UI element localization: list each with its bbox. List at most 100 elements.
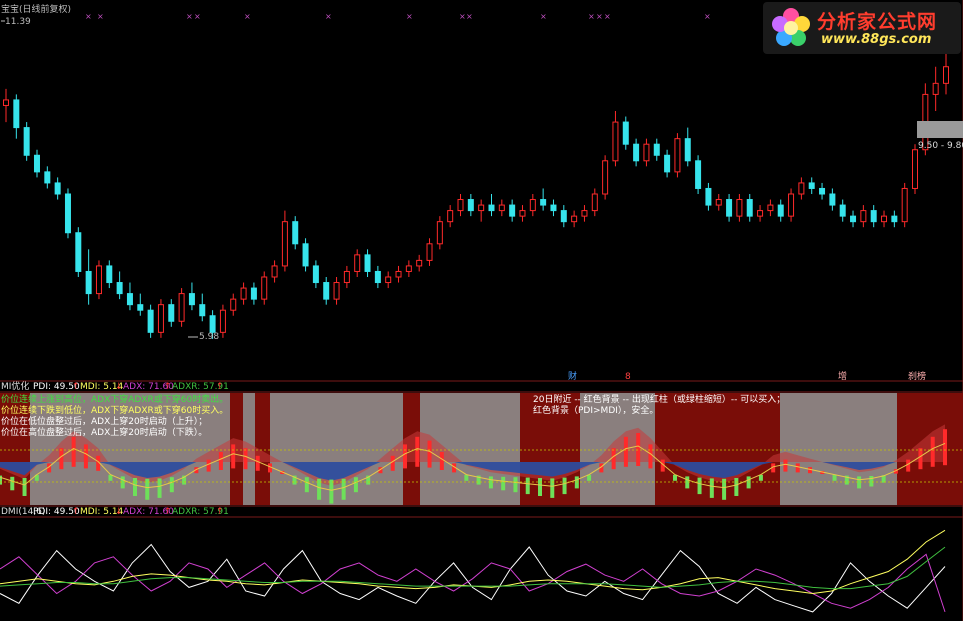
chart-title: 宝宝(日线前复权) — [1, 3, 71, 15]
dmi-line-mdi — [0, 553, 946, 613]
candle-body — [240, 287, 247, 300]
ind1-bar — [734, 478, 739, 496]
ind1-bar — [231, 444, 236, 469]
ind1-bar — [501, 476, 506, 491]
candle-body — [385, 276, 392, 284]
ind1-bar — [832, 474, 837, 481]
event-marker: × — [194, 12, 201, 21]
candle-body — [126, 293, 133, 306]
candle-body — [767, 204, 774, 212]
price-tag: 9.50 - 9.80 — [918, 141, 963, 151]
candle-body — [808, 182, 815, 189]
ind1-bar — [304, 477, 309, 493]
candle-body — [312, 265, 319, 284]
ind1-legend-right-1: 20日附近 -- 红色背景 -- 出现红柱（或绿柱缩短）-- 可以买入； — [533, 393, 785, 405]
event-marker: × — [97, 12, 104, 21]
low-price-label: 5.98 — [199, 332, 219, 342]
candle-body — [157, 304, 164, 333]
ind1-bg-block — [655, 393, 780, 505]
candlestick-series — [3, 39, 949, 339]
candle-body — [612, 121, 619, 162]
candle-body — [168, 304, 175, 322]
candle-body — [736, 199, 743, 217]
event-marker: × — [244, 12, 251, 21]
candle-body — [529, 199, 536, 212]
event-marker: × — [459, 12, 466, 21]
candle-body — [405, 265, 412, 272]
candle-body — [581, 210, 588, 217]
candle-body — [829, 193, 836, 206]
candle-body — [147, 309, 154, 333]
candle-body — [44, 171, 51, 184]
candle-body — [777, 204, 784, 217]
up-arrow-icon: ↑ — [216, 507, 224, 517]
ind1-legend-right-2: 红色背景（PDI>MDI），安全。 — [533, 404, 658, 416]
ind1-bar — [906, 459, 911, 472]
ind1-bar — [464, 474, 469, 481]
candle-body — [3, 99, 9, 106]
candle-body — [901, 187, 908, 223]
candle-body — [199, 304, 206, 317]
ind1-legend-line-4: 价位在高位盘整过后，ADX上穿20时启动（下跌）。 — [1, 426, 207, 438]
ind1-bar — [255, 455, 260, 471]
marker-8: 8 — [625, 372, 631, 382]
ind1-bar — [709, 478, 714, 498]
candle-body — [116, 282, 123, 295]
candle-body — [374, 270, 381, 284]
candle-body — [757, 210, 764, 217]
ind1-name: MI优化 — [1, 380, 29, 392]
candle-body — [684, 138, 691, 162]
ind1-bar — [415, 436, 420, 467]
ind1-bar — [697, 477, 702, 495]
candle-body — [23, 127, 30, 156]
candle-body — [302, 243, 309, 267]
candle-body — [674, 138, 681, 173]
candle-body — [33, 154, 40, 173]
candle-body — [819, 187, 826, 195]
event-marker: × — [466, 12, 473, 21]
up-arrow-icon: ↑ — [216, 382, 224, 392]
ind1-bar — [169, 477, 174, 493]
ind1-bar — [550, 478, 555, 498]
candle-body — [540, 199, 547, 206]
event-marker: × — [604, 12, 611, 21]
ind1-bar — [83, 444, 88, 469]
candle-body — [498, 204, 505, 212]
ind1-bar — [930, 436, 935, 467]
event-marker: × — [325, 12, 332, 21]
event-marker: × — [596, 12, 603, 21]
candle-body — [447, 210, 454, 223]
candle-body — [881, 215, 888, 223]
candle-body — [75, 232, 82, 272]
logo-brand: 分析家公式网 — [817, 11, 938, 33]
candle-body — [653, 143, 660, 156]
candle-body — [870, 210, 877, 223]
ind1-bg-block — [780, 393, 897, 505]
candle-body — [261, 276, 268, 300]
ind1-bar — [390, 455, 395, 471]
ind1-bar — [869, 476, 874, 487]
candle-body — [560, 210, 567, 223]
event-marker: × — [540, 12, 547, 21]
ind1-bar — [943, 429, 947, 466]
candle-body — [715, 199, 722, 206]
candle-body — [137, 304, 144, 311]
candle-body — [746, 199, 753, 217]
candle-body — [798, 182, 805, 195]
ind1-legend-line-2: 价位连续下跌到低位，ADX下穿ADXR或下穿60时买入。 — [1, 404, 228, 416]
event-marker: × — [186, 12, 193, 21]
ind1-bar — [22, 478, 27, 496]
candle-body — [622, 121, 629, 145]
candle-body — [602, 160, 609, 195]
event-marker: × — [588, 12, 595, 21]
candle-body — [209, 315, 216, 333]
watermark-logo: 分析家公式网 www.88gs.com — [763, 2, 961, 54]
candle-body — [891, 215, 898, 223]
candle-body — [912, 149, 919, 189]
ind1-bar — [243, 448, 248, 470]
candle-body — [943, 66, 949, 84]
candle-body — [343, 270, 350, 284]
marker-zeng: 增 — [838, 370, 847, 382]
ind1-bar — [636, 433, 641, 466]
flower-logo-icon — [772, 8, 810, 46]
